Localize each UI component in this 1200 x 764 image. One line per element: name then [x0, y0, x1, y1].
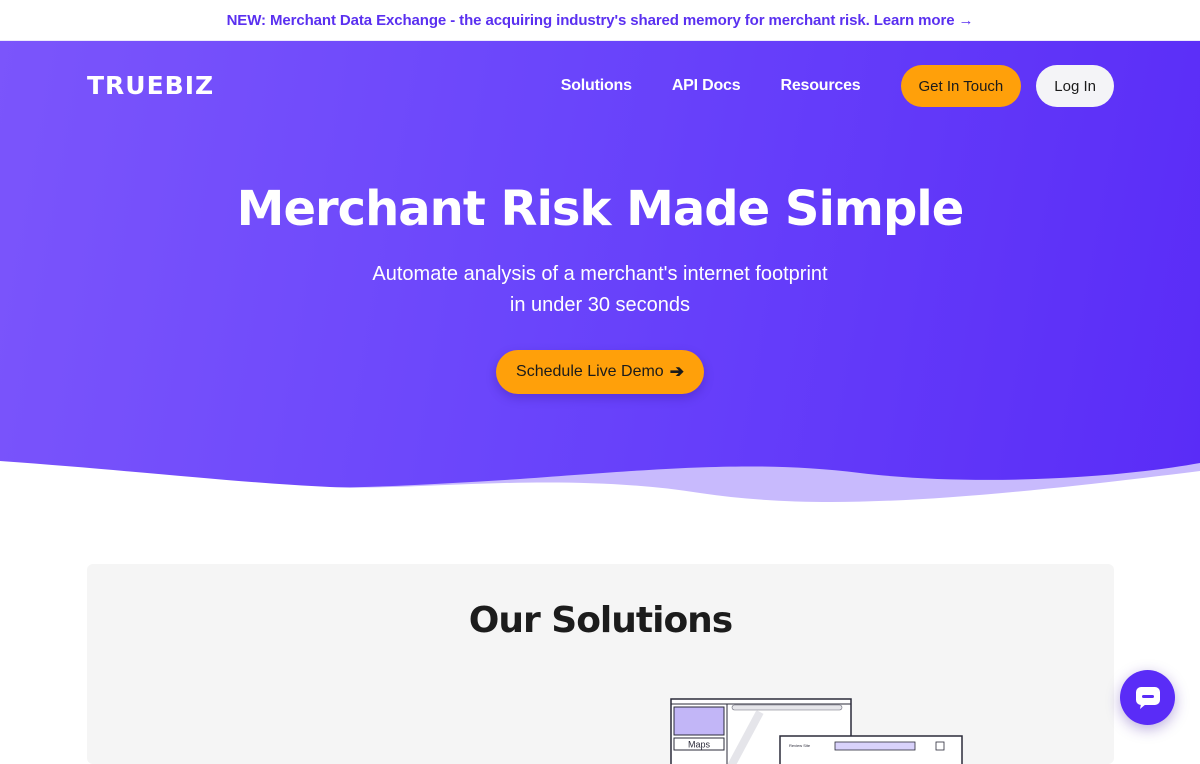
- nav-resources[interactable]: Resources: [780, 77, 860, 95]
- hero-title: Merchant Risk Made Simple: [236, 181, 965, 237]
- main-nav: Solutions API Docs Resources Get In Touc…: [561, 65, 1114, 107]
- truebiz-logo[interactable]: TRUEBIZ: [87, 71, 214, 100]
- nav-solutions[interactable]: Solutions: [561, 77, 632, 95]
- hero-subtitle-line2: in under 30 seconds: [509, 294, 691, 316]
- chat-widget-button[interactable]: [1120, 670, 1175, 725]
- hero-subtitle: Automate analysis of a merchant's intern…: [0, 259, 1200, 321]
- schedule-demo-label: Schedule Live Demo: [516, 363, 664, 380]
- hero-subtitle-line1: Automate analysis of a merchant's intern…: [372, 263, 828, 285]
- solutions-section: Our Solutions Maps Review Site: [87, 564, 1114, 764]
- login-button[interactable]: Log In: [1036, 65, 1114, 107]
- announcement-bar: NEW: Merchant Data Exchange - the acquir…: [0, 0, 1200, 41]
- nav-api-docs[interactable]: API Docs: [672, 77, 741, 95]
- hero-section: TRUEBIZ Solutions API Docs Resources Get…: [0, 41, 1200, 511]
- announcement-link[interactable]: NEW: Merchant Data Exchange - the acquir…: [227, 12, 974, 29]
- solutions-title: Our Solutions: [468, 600, 734, 641]
- get-in-touch-button[interactable]: Get In Touch: [900, 65, 1022, 107]
- hero-wave-divider: [0, 461, 1200, 511]
- schedule-demo-button[interactable]: Schedule Live Demo ➔: [496, 350, 704, 394]
- arrow-right-icon: ➔: [669, 362, 684, 381]
- solutions-illustration: Maps Review Site: [670, 698, 963, 764]
- chat-bubble-icon: [1135, 686, 1160, 709]
- illustration-caption: Review Site: [789, 743, 811, 748]
- illustration-maps-label: Maps: [688, 740, 711, 750]
